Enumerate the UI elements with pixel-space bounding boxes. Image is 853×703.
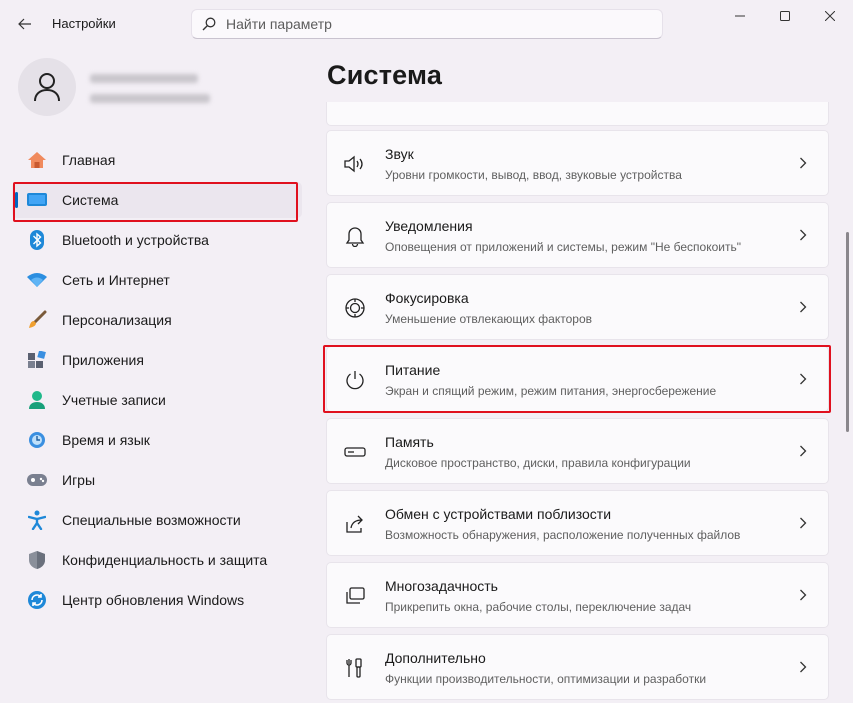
search-icon xyxy=(192,17,226,31)
sidebar-item-windows-update[interactable]: Центр обновления Windows xyxy=(12,582,302,618)
card-description: Оповещения от приложений и системы, режи… xyxy=(385,240,741,254)
chevron-right-icon xyxy=(796,515,810,531)
card-title: Фокусировка xyxy=(385,290,469,306)
brush-icon xyxy=(26,309,48,331)
search-input[interactable] xyxy=(226,16,646,32)
card-title: Звук xyxy=(385,146,414,162)
speaker-icon xyxy=(343,152,367,176)
title-bar: Настройки xyxy=(0,0,853,48)
back-arrow-icon xyxy=(18,18,31,30)
card-title: Обмен с устройствами поблизости xyxy=(385,506,612,522)
app-title: Настройки xyxy=(52,16,116,31)
close-button[interactable] xyxy=(807,0,853,32)
maximize-button[interactable] xyxy=(762,0,808,32)
tools-icon xyxy=(343,656,367,680)
sidebar-item-label: Учетные записи xyxy=(62,392,166,408)
sidebar-item-apps[interactable]: Приложения xyxy=(12,342,302,378)
chevron-right-icon xyxy=(796,443,810,459)
card-title: Уведомления xyxy=(385,218,473,234)
chevron-right-icon xyxy=(796,659,810,675)
sidebar-item-bluetooth[interactable]: Bluetooth и устройства xyxy=(12,222,302,258)
multitasking-icon xyxy=(343,584,367,608)
sidebar-item-time-language[interactable]: Время и язык xyxy=(12,422,302,458)
storage-icon xyxy=(343,440,367,464)
card-title: Многозадачность xyxy=(385,578,498,594)
gamepad-icon xyxy=(26,469,48,491)
focus-icon xyxy=(343,296,367,320)
sidebar-item-label: Приложения xyxy=(62,352,144,368)
shield-icon xyxy=(26,549,48,571)
bluetooth-icon xyxy=(26,229,48,251)
chevron-right-icon xyxy=(796,155,810,171)
maximize-icon xyxy=(780,11,790,21)
sidebar-item-network[interactable]: Сеть и Интернет xyxy=(12,262,302,298)
card-description: Дисковое пространство, диски, правила ко… xyxy=(385,456,691,470)
person-icon xyxy=(34,73,60,102)
sidebar-nav: Главная Система Bluetooth и устройства С… xyxy=(12,142,302,622)
page-title: Система xyxy=(327,60,443,90)
avatar xyxy=(18,58,76,116)
sidebar-item-accounts[interactable]: Учетные записи xyxy=(12,382,302,418)
home-icon xyxy=(26,149,48,171)
sidebar-item-label: Сеть и Интернет xyxy=(62,272,170,288)
card-title: Питание xyxy=(385,362,441,378)
user-email-redacted xyxy=(90,94,210,103)
sidebar-item-home[interactable]: Главная xyxy=(12,142,302,178)
sidebar-item-system[interactable]: Система xyxy=(12,182,302,218)
bell-icon xyxy=(343,224,367,248)
settings-card-partial[interactable] xyxy=(326,102,829,126)
card-description: Уровни громкости, вывод, ввод, звуковые … xyxy=(385,168,682,182)
sidebar-item-accessibility[interactable]: Специальные возможности xyxy=(12,502,302,538)
sidebar-item-label: Конфиденциальность и защита xyxy=(62,552,268,568)
sidebar-item-label: Bluetooth и устройства xyxy=(62,232,209,248)
minimize-button[interactable] xyxy=(717,0,763,32)
settings-card-power[interactable]: Питание Экран и спящий режим, режим пита… xyxy=(326,346,829,412)
scrollbar[interactable] xyxy=(846,232,849,432)
settings-card-focus[interactable]: Фокусировка Уменьшение отвлекающих факто… xyxy=(326,274,829,340)
close-icon xyxy=(825,11,835,21)
card-description: Возможность обнаружения, расположение по… xyxy=(385,528,741,542)
chevron-right-icon xyxy=(796,587,810,603)
sidebar-item-label: Игры xyxy=(62,472,96,488)
chevron-right-icon xyxy=(796,299,810,315)
sidebar-item-privacy[interactable]: Конфиденциальность и защита xyxy=(12,542,302,578)
chevron-right-icon xyxy=(796,227,810,243)
account-icon xyxy=(26,389,48,411)
wifi-icon xyxy=(26,269,48,291)
sidebar-item-personalization[interactable]: Персонализация xyxy=(12,302,302,338)
sidebar-item-label: Центр обновления Windows xyxy=(62,592,245,608)
accessibility-icon xyxy=(26,509,48,531)
card-description: Функции производительности, оптимизации … xyxy=(385,672,707,686)
system-icon xyxy=(26,189,48,211)
card-title: Дополнительно xyxy=(385,650,486,666)
active-indicator xyxy=(15,192,18,208)
sidebar-item-label: Главная xyxy=(62,152,116,168)
sidebar-item-label: Специальные возможности xyxy=(62,512,241,528)
apps-icon xyxy=(26,349,48,371)
settings-card-notifications[interactable]: Уведомления Оповещения от приложений и с… xyxy=(326,202,829,268)
card-description: Уменьшение отвлекающих факторов xyxy=(385,312,592,326)
minimize-icon xyxy=(735,15,745,17)
power-icon xyxy=(343,368,367,392)
sidebar-item-label: Система xyxy=(62,192,119,208)
update-icon xyxy=(26,589,48,611)
sidebar-item-label: Время и язык xyxy=(62,432,150,448)
settings-card-multitasking[interactable]: Многозадачность Прикрепить окна, рабочие… xyxy=(326,562,829,628)
settings-card-sound[interactable]: Звук Уровни громкости, вывод, ввод, звук… xyxy=(326,130,829,196)
back-button[interactable] xyxy=(10,10,40,38)
card-description: Прикрепить окна, рабочие столы, переключ… xyxy=(385,600,692,614)
sidebar-item-label: Персонализация xyxy=(62,312,172,328)
search-box[interactable] xyxy=(191,9,663,39)
share-icon xyxy=(343,512,367,536)
sidebar-item-gaming[interactable]: Игры xyxy=(12,462,302,498)
settings-card-nearby-sharing[interactable]: Обмен с устройствами поблизости Возможно… xyxy=(326,490,829,556)
time-language-icon xyxy=(26,429,48,451)
settings-card-advanced[interactable]: Дополнительно Функции производительности… xyxy=(326,634,829,700)
settings-card-storage[interactable]: Память Дисковое пространство, диски, пра… xyxy=(326,418,829,484)
chevron-right-icon xyxy=(796,371,810,387)
card-title: Память xyxy=(385,434,434,450)
user-name-redacted xyxy=(90,74,198,83)
settings-list: Звук Уровни громкости, вывод, ввод, звук… xyxy=(326,102,830,703)
card-description: Экран и спящий режим, режим питания, эне… xyxy=(385,384,717,398)
